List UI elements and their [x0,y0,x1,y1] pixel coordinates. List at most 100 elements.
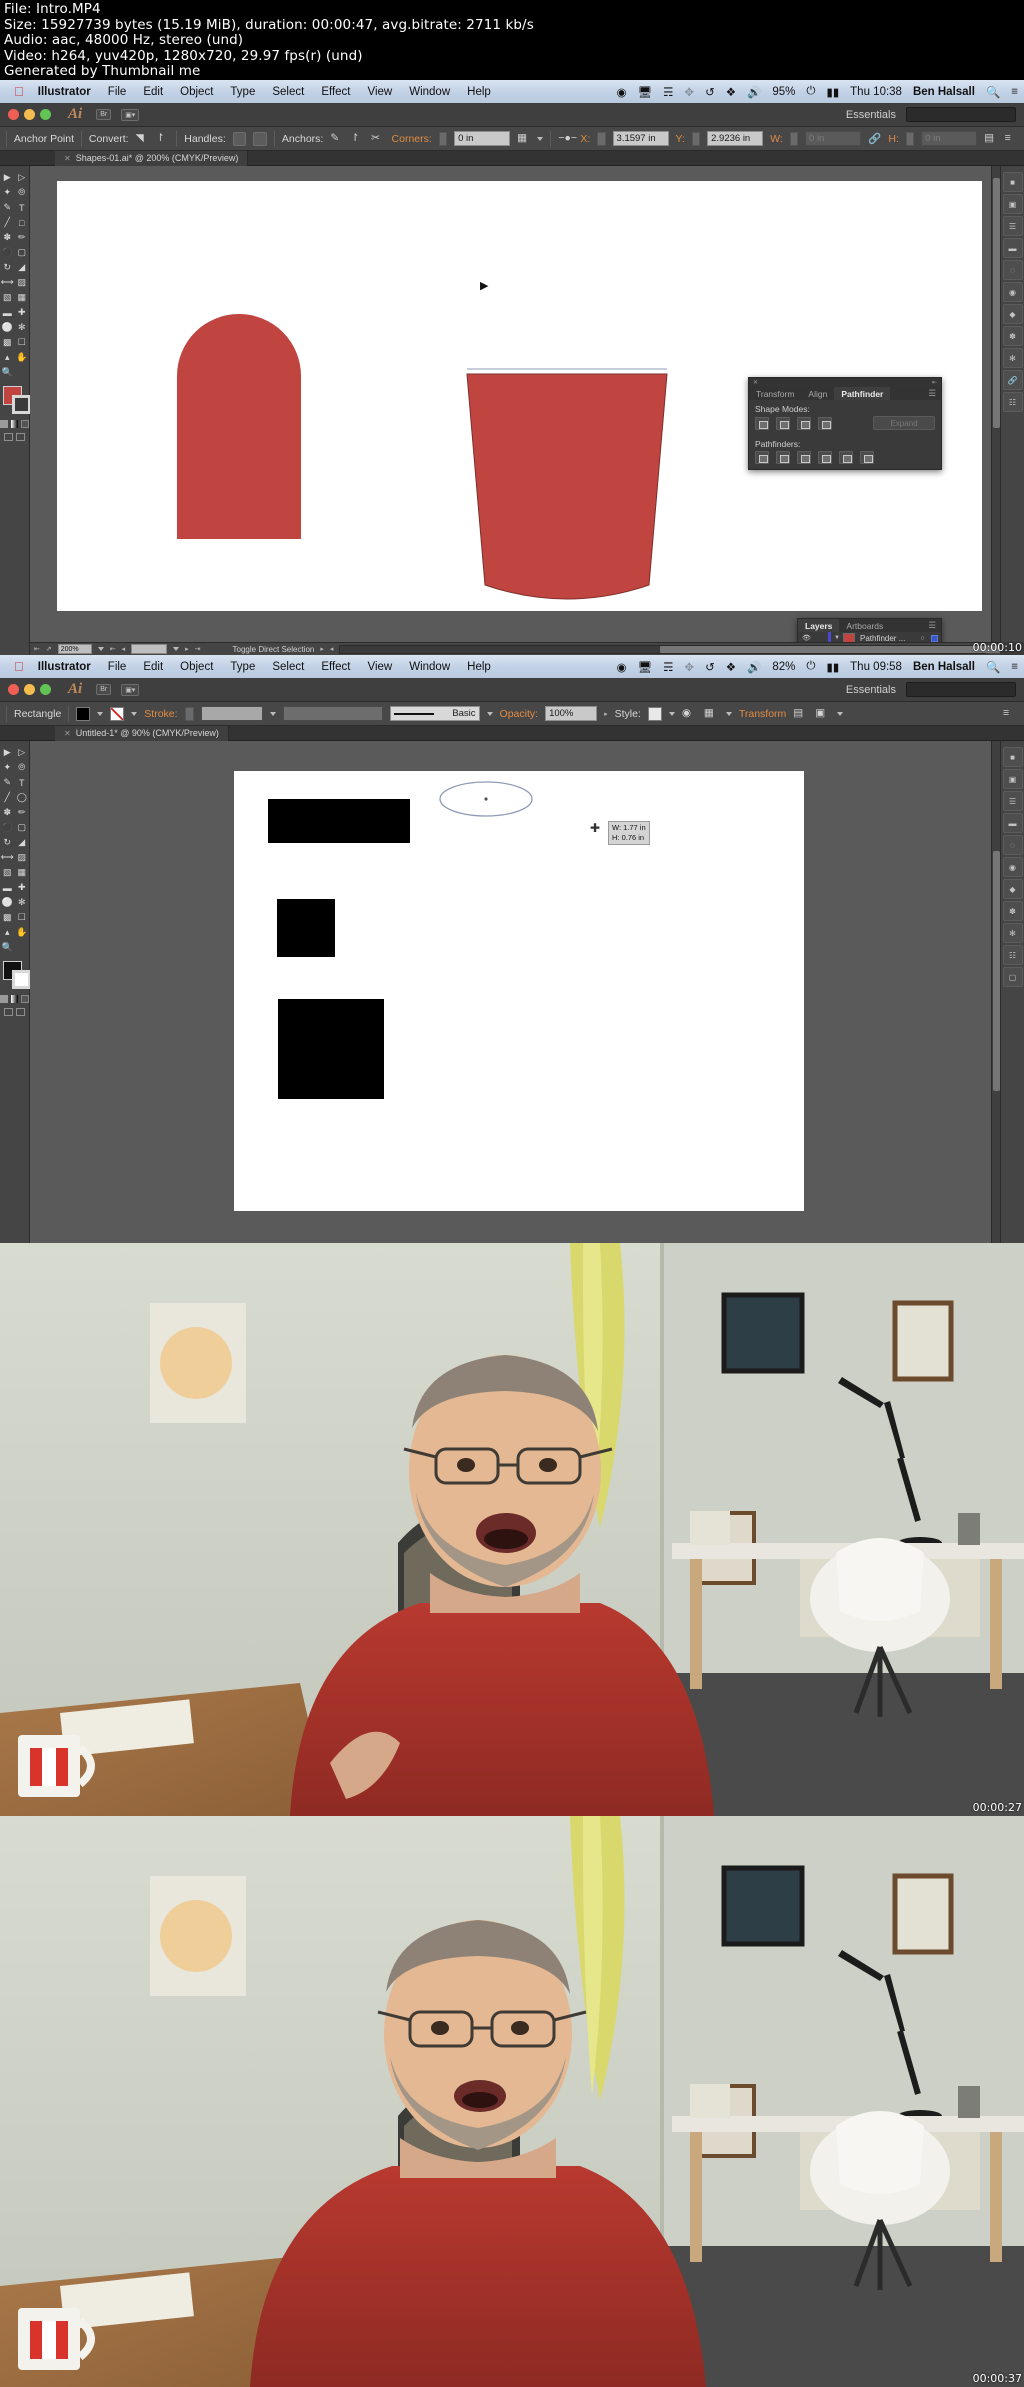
gradient-fill-icon[interactable] [10,995,19,1003]
record-icon[interactable]: ◉ [616,85,626,99]
panel-menu-icon[interactable]: ☰ [921,619,941,632]
minus-front-button[interactable] [776,416,790,430]
window-zoom-button[interactable] [40,109,51,120]
menu-item-type[interactable]: Type [230,86,255,98]
menu-item-help[interactable]: Help [467,661,491,673]
width-tool-icon[interactable]: ⟷ [0,275,15,290]
wifi-icon[interactable]: ☴ [663,660,673,674]
close-icon[interactable]: ✕ [753,379,758,386]
shape-builder-tool-icon[interactable]: ▨ [15,275,30,290]
gradient-panel-icon[interactable]: ▬ [1002,813,1023,833]
menu-item-view[interactable]: View [368,661,393,673]
tab-transform[interactable]: Transform [749,387,801,400]
transform-button[interactable]: Transform [739,708,786,720]
menubar-username[interactable]: Ben Halsall [913,661,975,673]
menu-item-effect[interactable]: Effect [321,86,350,98]
libraries-panel-icon[interactable]: ☷ [1002,392,1023,412]
window-minimize-button[interactable] [24,684,35,695]
h-stepper[interactable] [905,131,915,146]
shape-rect-large-square[interactable] [278,999,384,1099]
shape-builder-tool-icon[interactable]: ▨ [15,850,30,865]
artboard-tool-icon[interactable]: ☐ [15,910,30,925]
symbol-sprayer-tool-icon[interactable]: ✻ [15,320,30,335]
bluetooth-icon[interactable]: ✥ [684,660,694,674]
rotate-tool-icon[interactable]: ↻ [0,835,15,850]
menubar-clock[interactable]: Thu 09:58 [850,661,902,673]
search-icon[interactable]: 🔍 [986,660,1000,674]
width-input[interactable]: 0 in [805,131,862,146]
magic-wand-tool-icon[interactable]: ✦ [0,760,15,775]
record-icon[interactable]: ◉ [616,660,626,674]
menu-item-help[interactable]: Help [467,86,491,98]
appearance-panel-icon[interactable]: ◉ [1002,282,1023,302]
color-fill-icon[interactable] [0,995,8,1003]
time-machine-icon[interactable]: ↺ [705,85,715,99]
distribute-icon[interactable]: ▣ [815,707,830,721]
artboard-2[interactable] [234,771,804,1211]
window-minimize-button[interactable] [24,109,35,120]
us-flag-icon[interactable]: ▮▮ [826,85,839,99]
column-graph-tool-icon[interactable]: ▩ [0,335,15,350]
graphic-styles-panel-icon[interactable]: ◆ [1002,304,1023,324]
hide-handles-icon[interactable] [253,131,267,146]
align-anchors-icon[interactable]: −●− [558,132,577,146]
drawing-mode-icon[interactable] [16,433,25,441]
menu-item-edit[interactable]: Edit [143,661,163,673]
type-tool-icon[interactable]: T [15,200,30,215]
ellipse-tool-icon[interactable]: ◯ [15,790,30,805]
chevron-down-icon[interactable] [173,647,180,651]
menu-item-type[interactable]: Type [230,661,255,673]
document-tab[interactable]: ✕ Shapes-01.ai* @ 200% (CMYK/Preview) [55,150,249,166]
shape-rect-small-square[interactable] [277,899,335,957]
volume-icon[interactable]: 🔊 [747,85,761,99]
next-artboard-icon[interactable]: ▸ [185,645,189,653]
link-icon[interactable]: 🔗 [868,132,881,146]
selection-tool-icon[interactable]: ▶ [0,170,15,185]
eyedropper-tool-icon[interactable]: ✚ [15,880,30,895]
x-stepper[interactable] [597,131,606,146]
corners-value-input[interactable]: 0 in [454,131,511,146]
color-guide-panel-icon[interactable]: ▣ [1002,194,1023,214]
menu-item-view[interactable]: View [368,86,393,98]
selection-tool-icon[interactable]: ▶ [0,745,15,760]
panel-menu-icon[interactable]: ☰ [921,387,941,400]
chevron-down-icon[interactable] [668,711,675,716]
dropbox-icon[interactable]: ❖ [726,85,736,99]
control-panel-menu-icon[interactable]: ≡ [1005,132,1018,146]
slice-tool-icon[interactable]: ▴ [0,925,15,940]
scale-tool-icon[interactable]: ◢ [15,835,30,850]
screen-mode-icon[interactable] [4,433,13,441]
variable-width-profile-select[interactable] [282,706,383,721]
fill-mode-buttons[interactable] [0,995,30,1003]
workspace-switcher[interactable]: Essentials [846,684,896,696]
us-flag-icon[interactable]: ▮▮ [826,660,839,674]
last-artboard-icon[interactable]: ⇥ [195,645,201,653]
height-input[interactable]: 0 in [921,131,978,146]
window-close-button[interactable] [8,109,19,120]
perspective-grid-tool-icon[interactable]: ▧ [0,290,15,305]
time-machine-icon[interactable]: ↺ [705,660,715,674]
right-dock-rail-2[interactable]: ■ ▣ ☰ ▬ ◌ ◉ ◆ ✽ ✻ ☷ ▢ [1000,741,1024,1294]
mac-menu-bar-1[interactable]:  Illustrator File Edit Object Type Sele… [0,80,1024,103]
artboard-number-input[interactable] [131,644,168,654]
battery-charging-icon[interactable]: ⏻ [806,660,815,673]
gradient-tool-icon[interactable]: ▬ [0,305,15,320]
stroke-weight-input[interactable] [200,706,263,721]
arrange-documents-icon[interactable]: ▣▾ [121,683,140,696]
eraser-tool-icon[interactable]: ▢ [15,820,30,835]
wifi-icon[interactable]: ☴ [663,85,673,99]
mesh-tool-icon[interactable]: ▦ [15,290,30,305]
menu-item-select[interactable]: Select [272,661,304,673]
search-icon[interactable]: 🔍 [986,85,1000,99]
lasso-tool-icon[interactable]: ⦾ [15,760,30,775]
transparency-panel-icon[interactable]: ◌ [1002,835,1023,855]
zoom-tool-icon[interactable]: 🔍 [0,940,15,955]
menu-item-window[interactable]: Window [409,86,450,98]
corners-stepper[interactable] [438,131,448,146]
divide-button[interactable] [755,451,769,464]
help-search-input[interactable] [906,682,1016,697]
symbol-sprayer-tool-icon[interactable]: ✻ [15,895,30,910]
hand-tool-icon[interactable]: ✋ [15,350,30,365]
panel-tab-strip[interactable]: Layers Artboards ☰ [798,619,941,632]
color-panel-icon[interactable]: ■ [1002,747,1023,767]
